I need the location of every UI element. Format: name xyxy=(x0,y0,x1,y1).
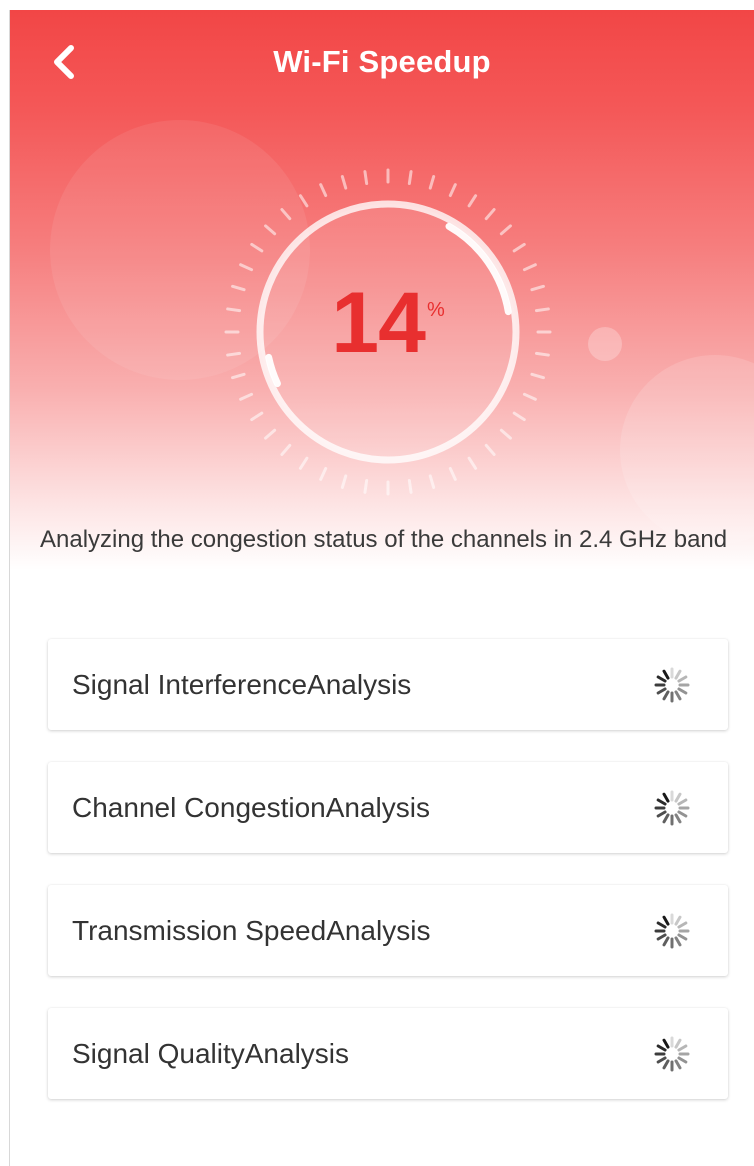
spinner-segment xyxy=(677,675,688,683)
spinner-segment xyxy=(674,813,682,824)
gauge-tick xyxy=(499,428,512,440)
spinner-segment xyxy=(656,921,667,929)
analysis-item-label: Transmission SpeedAnalysis xyxy=(72,915,431,946)
gauge-tick xyxy=(340,474,348,489)
gauge-tick xyxy=(319,466,328,481)
gauge-tick xyxy=(407,170,413,186)
gauge-tick xyxy=(231,284,246,292)
gauge-tick xyxy=(428,175,436,190)
progress-readout: 14% xyxy=(268,280,508,366)
progress-unit: % xyxy=(426,299,445,321)
gauge-tick xyxy=(534,351,550,357)
analysis-item-channel-congestion: Channel CongestionAnalysis xyxy=(48,762,728,853)
spinner-segment xyxy=(656,798,667,806)
gauge-tick xyxy=(522,392,537,401)
gauge-tick xyxy=(512,242,526,253)
spinner-segment xyxy=(677,810,688,818)
spinner-segment xyxy=(674,1038,682,1049)
gauge-tick xyxy=(363,170,369,186)
gauge-tick xyxy=(467,194,478,208)
spinner-segment xyxy=(662,1038,670,1049)
loading-spinner-icon xyxy=(654,790,690,826)
gauge-tick xyxy=(484,208,496,221)
spinner-segment xyxy=(662,669,670,680)
spinner-segment xyxy=(662,792,670,803)
spinner-segment xyxy=(662,813,670,824)
spinner-segment xyxy=(656,810,667,818)
loading-spinner-icon xyxy=(654,1036,690,1072)
gauge-tick xyxy=(534,307,550,313)
gauge-tick xyxy=(530,372,545,380)
gauge-tick xyxy=(407,478,413,494)
gauge-tick xyxy=(239,392,254,401)
gauge-tick xyxy=(226,307,242,313)
gauge-tick xyxy=(340,175,348,190)
gauge-tick xyxy=(250,242,264,253)
gauge-tick xyxy=(484,443,496,456)
gauge-tick xyxy=(512,411,526,422)
gauge-tick xyxy=(250,411,264,422)
gauge-tick xyxy=(239,263,254,272)
gauge-tick xyxy=(231,372,246,380)
speedup-hero: Wi-Fi Speedup 14% Analyzing the congesti… xyxy=(10,10,754,570)
spinner-segment xyxy=(674,936,682,947)
gauge-tick xyxy=(522,263,537,272)
spinner-segment xyxy=(662,1059,670,1070)
spinner-segment xyxy=(674,915,682,926)
spinner-segment xyxy=(677,933,688,941)
analysis-status-text: Analyzing the congestion status of the c… xyxy=(40,526,728,553)
analysis-item-signal-quality: Signal QualityAnalysis xyxy=(48,1008,728,1099)
spinner-segment xyxy=(656,933,667,941)
gauge-tick xyxy=(448,466,457,481)
analysis-item-label: Signal QualityAnalysis xyxy=(72,1038,350,1069)
spinner-segment xyxy=(674,690,682,701)
progress-value: 14 xyxy=(331,275,426,371)
spinner-segment xyxy=(662,915,670,926)
spinner-segment xyxy=(656,1044,667,1052)
gauge-tick xyxy=(363,478,369,494)
loading-spinner-icon xyxy=(654,667,690,703)
spinner-segment xyxy=(656,687,667,695)
spinner-segment xyxy=(656,1056,667,1064)
analysis-item-label: Channel CongestionAnalysis xyxy=(72,792,430,823)
analysis-item-transmission-speed: Transmission SpeedAnalysis xyxy=(48,885,728,976)
spinner-segment xyxy=(677,921,688,929)
spinner-segment xyxy=(674,1059,682,1070)
gauge-tick xyxy=(226,351,242,357)
loading-spinner-icon xyxy=(654,913,690,949)
spinner-segment xyxy=(677,1044,688,1052)
spinner-segment xyxy=(662,936,670,947)
gauge-tick xyxy=(530,284,545,292)
analysis-item-label: Signal InterferenceAnalysis xyxy=(72,669,412,700)
spinner-segment xyxy=(662,690,670,701)
spinner-segment xyxy=(677,687,688,695)
gauge-tick xyxy=(467,456,478,470)
spinner-segment xyxy=(674,792,682,803)
gauge-tick xyxy=(280,443,292,456)
gauge-tick xyxy=(428,474,436,489)
analysis-item-signal-interference: Signal InterferenceAnalysis xyxy=(48,639,728,730)
gauge-tick xyxy=(298,456,309,470)
gauge-tick xyxy=(319,183,328,198)
app-screen: Wi-Fi Speedup 14% Analyzing the congesti… xyxy=(10,10,754,1166)
spinner-segment xyxy=(677,1056,688,1064)
spinner-segment xyxy=(677,798,688,806)
spinner-segment xyxy=(674,669,682,680)
gauge-tick xyxy=(298,194,309,208)
gauge-tick xyxy=(448,183,457,198)
gauge-tick xyxy=(264,428,277,440)
gauge-tick xyxy=(280,208,292,221)
gauge-tick xyxy=(499,224,512,236)
gauge-tick xyxy=(264,224,277,236)
spinner-segment xyxy=(656,675,667,683)
analysis-list: Signal InterferenceAnalysis Channel Cong… xyxy=(48,639,730,1131)
